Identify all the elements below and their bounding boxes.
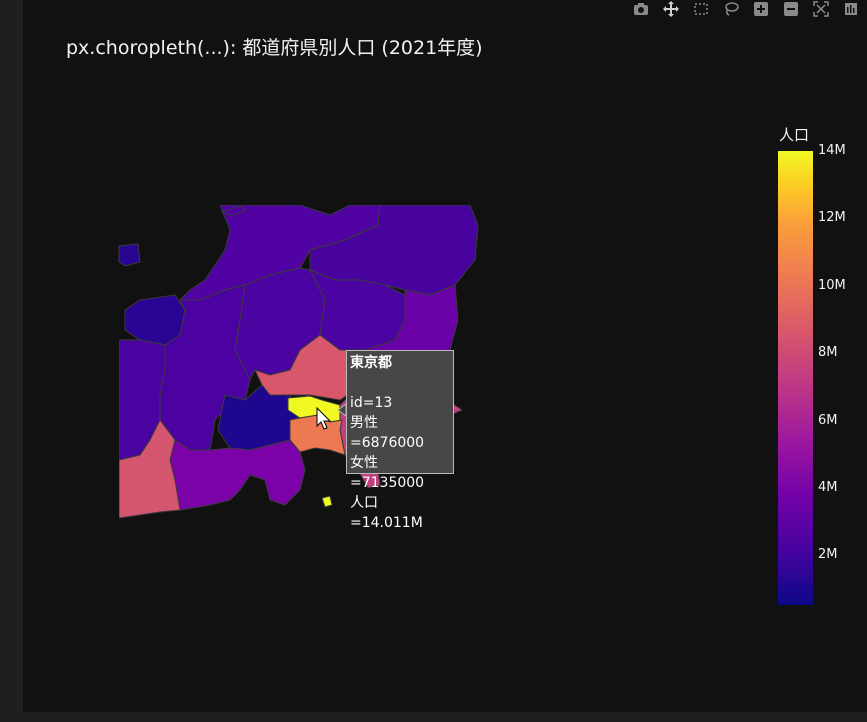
region-tokyo-island[interactable] [321, 495, 333, 508]
colorbar [778, 151, 813, 605]
tooltip-id: id=13 [350, 395, 393, 411]
tooltip-region-name: 東京都 [350, 355, 392, 371]
colorbar-tick: 10M [818, 278, 846, 293]
colorbar-tick: 6M [818, 413, 838, 428]
region-shizuoka[interactable] [169, 439, 306, 511]
region-noto[interactable] [118, 243, 141, 267]
tooltip-female: 女性=7135000 [350, 455, 425, 491]
tooltip-male: 男性=6876000 [350, 415, 425, 451]
tooltip-population: 人口=14.011M [350, 495, 423, 531]
colorbar-tick: 12M [818, 210, 846, 225]
colorbar-tick: 8M [818, 345, 838, 360]
colorbar-tick: 4M [818, 480, 838, 495]
colorbar-title: 人口 [779, 126, 810, 144]
colorbar-tick: 14M [818, 143, 846, 158]
colorbar-tick: 2M [818, 547, 838, 562]
hover-tooltip: 東京都 id=13 男性=6876000 女性=7135000 人口=14.01… [346, 350, 454, 531]
